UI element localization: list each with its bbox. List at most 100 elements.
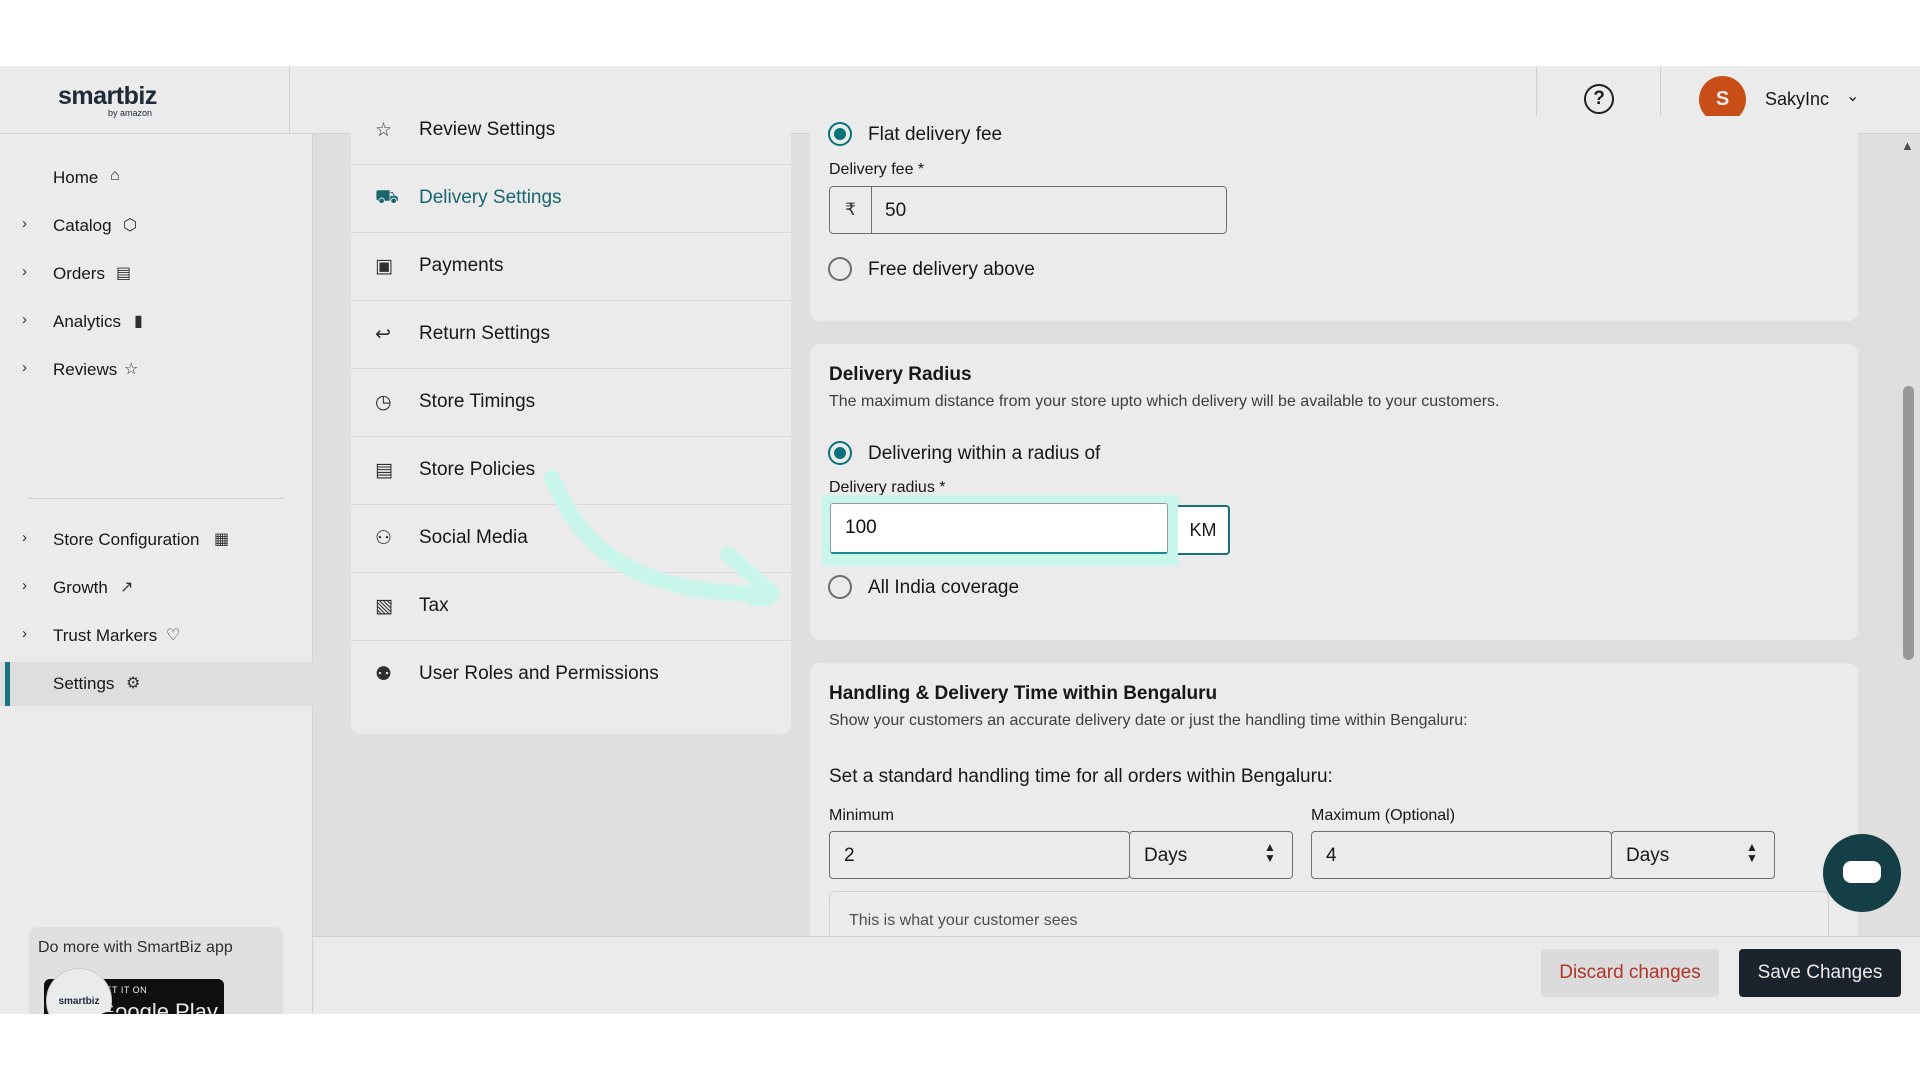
chevron-right-icon: › (22, 625, 27, 642)
handling-time-card: Handling & Delivery Time within Bengalur… (810, 663, 1858, 963)
sidebar-item-catalog[interactable]: › Catalog ⬡ (0, 204, 313, 248)
cash-icon: ▣ (375, 256, 393, 277)
minimum-unit-select[interactable]: Days ▲ ▼ (1129, 831, 1293, 879)
help-icon[interactable]: ? (1584, 84, 1614, 114)
delivery-radius-input[interactable]: 100 (830, 503, 1168, 554)
subnav-label: Delivery Settings (419, 187, 562, 208)
sidebar-item-growth[interactable]: › Growth ↗ (0, 566, 313, 610)
cube-icon: ⬡ (123, 217, 137, 234)
subnav-label: Social Media (419, 527, 528, 548)
discard-changes-button[interactable]: Discard changes (1541, 949, 1719, 997)
sidebar-item-settings[interactable]: Settings ⚙ (0, 662, 313, 706)
handling-description: Show your customers an accurate delivery… (829, 712, 1468, 729)
flat-fee-label: Flat delivery fee (868, 124, 1003, 145)
promo-text: Do more with SmartBiz app (38, 939, 233, 956)
free-delivery-label: Free delivery above (868, 259, 1035, 280)
km-unit-suffix: KM (1178, 505, 1230, 555)
sidebar-item-label: Analytics (53, 312, 122, 331)
subnav-payments[interactable]: ▣ Payments (351, 233, 791, 301)
chevron-down-icon[interactable]: ⌄ (1846, 86, 1859, 106)
subnav-store-timings[interactable]: ◷ Store Timings (351, 369, 791, 437)
sidebar-item-label: Catalog (53, 216, 112, 235)
chevron-right-icon: › (22, 263, 27, 280)
rupee-prefix: ₹ (830, 187, 872, 233)
flat-fee-radio[interactable] (828, 122, 852, 146)
bar-chart-icon: ▮ (134, 313, 143, 330)
subnav-delivery-settings[interactable]: ⛟ Delivery Settings (351, 165, 791, 233)
sidebar-item-trust-markers[interactable]: › Trust Markers ♡ (0, 614, 313, 658)
maximum-unit-select[interactable]: Days ▲ ▼ (1611, 831, 1775, 879)
delivery-fee-input[interactable]: ₹ 50 (829, 186, 1227, 234)
maximum-value: 4 (1326, 845, 1337, 866)
radius-radio[interactable] (828, 441, 852, 465)
handling-title: Handling & Delivery Time within Bengalur… (829, 683, 1218, 704)
sidebar-item-label: Reviews (53, 360, 118, 379)
standard-handling-label: Set a standard handling time for all ord… (829, 766, 1333, 787)
subnav-label: Payments (419, 255, 504, 276)
maximum-label: Maximum (Optional) (1311, 807, 1456, 824)
all-india-radio[interactable] (828, 575, 852, 599)
minimum-value: 2 (844, 845, 855, 866)
sidebar-item-analytics[interactable]: › Analytics ▮ (0, 300, 313, 344)
sidebar-item-label: Settings (53, 674, 115, 693)
highlight-frame: 100 (822, 495, 1179, 566)
sidebar-item-label: Trust Markers (53, 626, 158, 645)
chat-support-button[interactable] (1823, 834, 1901, 912)
sidebar-item-label: Orders (53, 264, 105, 283)
gear-icon: ⚙ (126, 675, 141, 692)
delivery-fee-label: Delivery fee * (829, 161, 925, 178)
calculator-icon: ▧ (375, 596, 393, 617)
subnav-label: Review Settings (419, 119, 556, 140)
return-arrow-icon: ↩ (375, 324, 391, 345)
subnav-review-settings[interactable]: ☆ Review Settings (351, 97, 791, 165)
delivery-radius-card: Delivery Radius The maximum distance fro… (810, 344, 1858, 640)
sidebar: Home ⌂ › Catalog ⬡ › Orders ▤ › Analytic… (0, 134, 313, 1014)
tutorial-arrow-icon (544, 470, 780, 606)
select-arrows-icon: ▲ ▼ (1746, 840, 1758, 865)
chevron-right-icon: › (22, 359, 27, 376)
chevron-right-icon: › (22, 577, 27, 594)
minimum-label: Minimum (829, 807, 894, 824)
logo-area[interactable]: smartbiz by amazon (0, 66, 290, 134)
subnav-label: User Roles and Permissions (419, 663, 659, 684)
customer-preview-label: This is what your customer sees (849, 912, 1078, 929)
truck-icon: ⛟ (375, 187, 399, 208)
maximum-input[interactable]: 4 (1311, 831, 1612, 879)
clipboard-icon: ▤ (116, 265, 132, 282)
sidebar-item-home[interactable]: Home ⌂ (0, 156, 313, 200)
sidebar-item-label: Home (53, 168, 99, 187)
home-icon: ⌂ (110, 167, 120, 184)
save-changes-button[interactable]: Save Changes (1739, 949, 1901, 997)
scroll-up-icon[interactable]: ▲ (1901, 138, 1914, 153)
users-icon: ⚉ (375, 664, 393, 685)
delivery-radius-value: 100 (845, 517, 877, 538)
subnav-label: Return Settings (419, 323, 550, 344)
sidebar-item-store-configuration[interactable]: › Store Configuration ▦ (0, 518, 313, 562)
sidebar-item-orders[interactable]: › Orders ▤ (0, 252, 313, 296)
person-icon: ⚇ (375, 528, 393, 549)
free-delivery-radio[interactable] (828, 257, 852, 281)
delivery-radius-title: Delivery Radius (829, 364, 972, 385)
minimum-input[interactable]: 2 (829, 831, 1130, 879)
subnav-return-settings[interactable]: ↩ Return Settings (351, 301, 791, 369)
logo-subtitle: by amazon (108, 108, 153, 118)
sidebar-item-reviews[interactable]: › Reviews ☆ (0, 348, 313, 392)
clock-icon: ◷ (375, 392, 392, 413)
account-name[interactable]: SakyInc (1765, 89, 1829, 110)
delivery-fee-value: 50 (885, 200, 907, 221)
heart-check-icon: ♡ (166, 627, 181, 644)
minimum-unit-value: Days (1144, 845, 1188, 866)
document-icon: ▤ (375, 460, 393, 481)
subnav-user-roles[interactable]: ⚉ User Roles and Permissions (351, 641, 791, 709)
sidebar-item-label: Store Configuration (53, 530, 200, 549)
subnav-label: Tax (419, 595, 449, 616)
scrollbar-thumb[interactable] (1903, 386, 1914, 660)
all-india-label: All India coverage (868, 577, 1020, 598)
sidebar-item-label: Growth (53, 578, 108, 597)
trend-up-icon: ↗ (120, 579, 134, 596)
subnav-label: Store Policies (419, 459, 536, 480)
star-outline-icon: ☆ (375, 120, 393, 141)
maximum-unit-value: Days (1626, 845, 1670, 866)
chevron-right-icon: › (22, 311, 27, 328)
app-stage: smartbiz by amazon ? S SakyInc ⌄ Home ⌂ … (0, 66, 1920, 1014)
